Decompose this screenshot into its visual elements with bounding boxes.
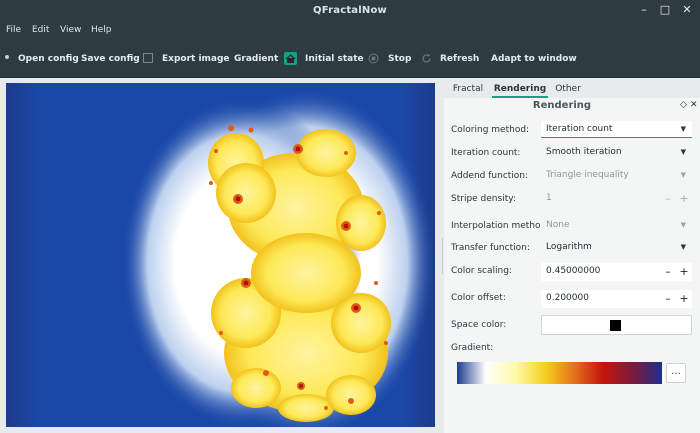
tab-fractal[interactable]: Fractal [448,81,488,98]
chevron-down-icon: ▼ [680,171,686,179]
gradient-button[interactable]: Gradient [234,54,278,64]
fractal-image [6,83,435,427]
save-config-button[interactable]: Save config [81,54,140,64]
gradient-preview[interactable] [457,362,662,384]
tab-rendering[interactable]: Rendering [492,81,548,98]
transfer-function-value: Logarithm [546,242,592,252]
transfer-function-select[interactable]: Logarithm ▼ [541,239,692,256]
stop-button[interactable]: Stop [388,54,411,64]
fractal-viewer[interactable] [6,83,435,427]
close-icon[interactable]: ✕ [679,2,695,18]
menu-help[interactable]: Help [91,25,112,35]
toolbar-handle-icon [5,55,9,59]
color-offset-value: 0.200000 [546,293,589,303]
interpolation-value: None [546,220,570,230]
stripe-density-value: 1 [546,193,552,203]
toolbar: Open config Save config Export image Gra… [0,40,700,78]
decrement-icon[interactable]: – [663,290,673,307]
window-title: QFractalNow [313,5,387,16]
title-bar: QFractalNow – □ ✕ [0,0,700,22]
edit-gradient-button[interactable]: ... [666,363,686,383]
iteration-count-label: Iteration count: [451,148,521,158]
tab-other[interactable]: Other [550,81,586,98]
coloring-method-select[interactable]: Iteration count ▼ [541,121,692,138]
refresh-icon [421,53,432,67]
gradient-label: Gradient: [451,343,494,353]
chevron-down-icon: ▼ [680,221,686,229]
adapt-to-window-button[interactable]: Adapt to window [491,54,577,64]
increment-icon[interactable]: + [679,190,689,207]
minimize-icon[interactable]: – [636,2,652,18]
float-icon[interactable]: ◇ [680,100,687,110]
chevron-down-icon: ▼ [680,125,686,133]
home-icon [284,52,297,65]
addend-function-value: Triangle inequality [546,170,629,180]
chevron-down-icon: ▼ [680,148,686,156]
color-offset-spinbox[interactable]: 0.200000 – + [541,290,692,308]
refresh-button[interactable]: Refresh [440,54,479,64]
color-scaling-value: 0.45000000 [546,266,601,276]
stripe-density-label: Stripe density: [451,194,516,204]
coloring-method-label: Coloring method: [451,125,530,135]
interpolation-label: Interpolation method: [451,221,550,231]
close-pane-icon[interactable]: ✕ [690,100,698,110]
settings-panel: Fractal Rendering Other Rendering ◇ ✕ Co… [444,78,700,433]
splitter-handle[interactable] [442,238,443,274]
open-config-button[interactable]: Open config [18,54,79,64]
coloring-method-value: Iteration count [546,124,613,134]
space-color-button[interactable] [541,315,692,335]
increment-icon[interactable]: + [679,263,689,280]
pane-title: Rendering [532,100,592,111]
menu-view[interactable]: View [60,25,81,35]
menu-edit[interactable]: Edit [32,25,49,35]
chevron-down-icon: ▼ [680,243,686,251]
iteration-count-value: Smooth iteration [546,147,622,157]
initial-state-button[interactable]: Initial state [305,54,364,64]
addend-function-label: Addend function: [451,171,529,181]
iteration-count-select[interactable]: Smooth iteration ▼ [541,144,692,161]
transfer-function-label: Transfer function: [451,243,530,253]
decrement-icon[interactable]: – [663,190,673,207]
decrement-icon[interactable]: – [663,263,673,280]
space-color-label: Space color: [451,320,507,330]
color-swatch [610,320,621,331]
color-scaling-spinbox[interactable]: 0.45000000 – + [541,263,692,281]
menu-bar: File Edit View Help [0,22,700,40]
interpolation-select[interactable]: None ▼ [541,217,692,234]
maximize-icon[interactable]: □ [657,2,673,18]
image-icon [143,53,153,63]
stop-icon [368,53,379,67]
export-image-button[interactable]: Export image [162,54,230,64]
addend-function-select[interactable]: Triangle inequality ▼ [541,167,692,184]
increment-icon[interactable]: + [679,290,689,307]
tab-bar: Fractal Rendering Other [444,78,700,98]
menu-file[interactable]: File [6,25,21,35]
color-scaling-label: Color scaling: [451,266,512,276]
color-offset-label: Color offset: [451,293,506,303]
stripe-density-spinbox[interactable]: 1 – + [541,190,692,207]
